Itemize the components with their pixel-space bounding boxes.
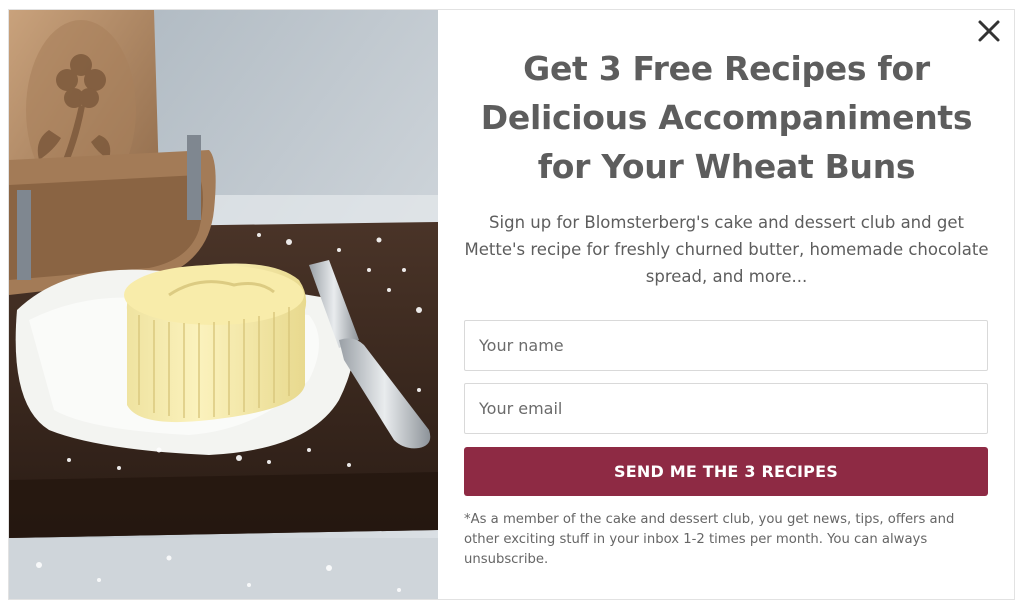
signup-popup: Get 3 Free Recipes for Delicious Accompa…	[8, 9, 1015, 600]
name-input[interactable]	[464, 320, 988, 371]
close-icon	[978, 20, 1000, 42]
butter-photo	[9, 10, 438, 599]
popup-content: Get 3 Free Recipes for Delicious Accompa…	[464, 44, 989, 290]
popup-headline: Get 3 Free Recipes for Delicious Accompa…	[480, 49, 973, 186]
butter-photo-illustration	[9, 10, 438, 599]
disclaimer-text: *As a member of the cake and dessert clu…	[464, 512, 955, 567]
email-input[interactable]	[464, 383, 988, 434]
send-recipes-button[interactable]: SEND ME THE 3 RECIPES	[464, 447, 988, 496]
popup-intro: Sign up for Blomsterberg's cake and dess…	[464, 213, 989, 286]
close-button[interactable]	[974, 16, 1004, 46]
